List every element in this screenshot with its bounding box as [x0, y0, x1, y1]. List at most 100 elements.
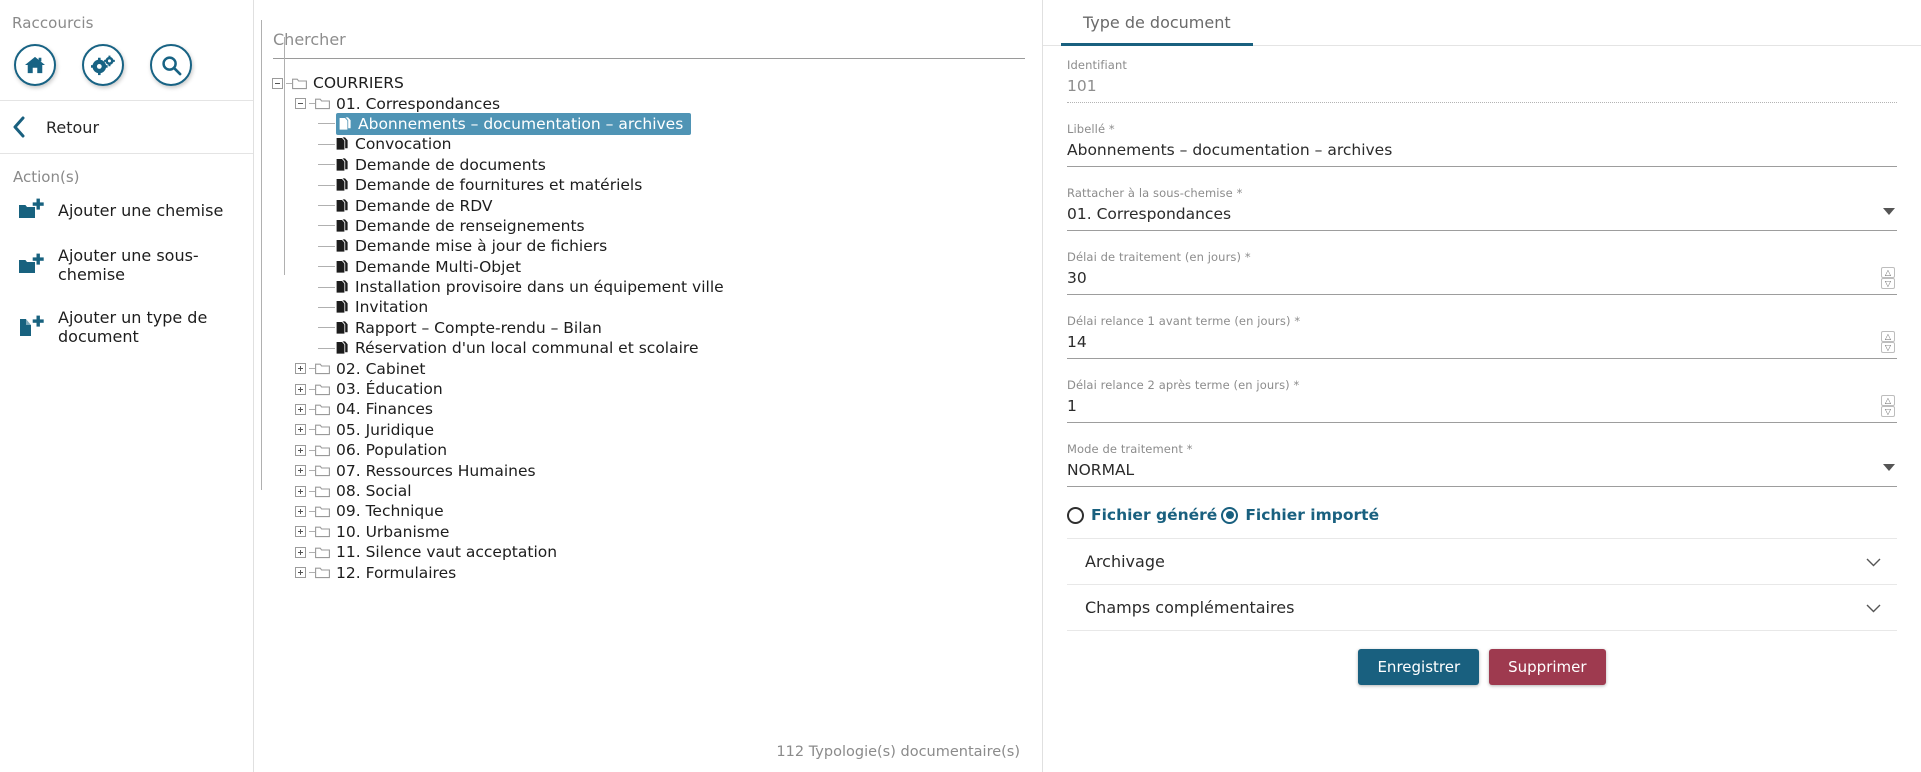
tree-item-label: 12. Formulaires — [336, 563, 457, 582]
chevron-down-icon — [1866, 598, 1881, 617]
tree-item[interactable]: 09. Technique — [270, 501, 1042, 521]
tree-item-label: 11. Silence vaut acceptation — [336, 543, 558, 562]
tab-type-de-document[interactable]: Type de document — [1061, 0, 1253, 46]
accordion-champs-complementaires[interactable]: Champs complémentaires — [1067, 584, 1897, 631]
tree-item[interactable]: Demande de renseignements — [270, 216, 1042, 236]
field-rattacher: Rattacher à la sous-chemise * — [1067, 186, 1897, 231]
tree-toggle-icon[interactable] — [295, 465, 306, 477]
relance1-stepper[interactable]: △ ▽ — [1881, 331, 1895, 353]
settings-button[interactable] — [82, 44, 124, 86]
tree-item[interactable]: 02. Cabinet — [270, 358, 1042, 378]
radio-fichier-genere-label[interactable]: Fichier généré — [1091, 506, 1217, 524]
home-button[interactable] — [14, 44, 56, 86]
accordion-archivage[interactable]: Archivage — [1067, 538, 1897, 584]
relance2-input[interactable] — [1067, 397, 1897, 423]
typology-count: 112 Typologie(s) documentaire(s) — [776, 744, 1020, 760]
add-type-document-label: Ajouter un type de document — [58, 308, 208, 346]
delete-button[interactable]: Supprimer — [1489, 649, 1606, 685]
document-tree[interactable]: COURRIERS 01. Correspondances Abonnements … — [254, 20, 1042, 583]
delai-traitement-stepper[interactable]: △ ▽ — [1881, 267, 1895, 289]
tree-item[interactable]: 11. Silence vaut acceptation — [270, 542, 1042, 562]
add-chemise-action[interactable]: Ajouter une chemise — [0, 186, 253, 234]
document-icon — [336, 137, 349, 151]
relance2-stepper[interactable]: △ ▽ — [1881, 395, 1895, 417]
tree-toggle-icon[interactable] — [295, 546, 306, 558]
tree-toggle-icon[interactable] — [295, 383, 306, 395]
tree-item[interactable]: Demande de RDV — [270, 195, 1042, 215]
tree-connector — [318, 286, 335, 288]
tree-item[interactable]: Invitation — [270, 297, 1042, 317]
folder-icon — [315, 485, 330, 498]
tree-item[interactable]: Convocation — [270, 134, 1042, 154]
tree-item[interactable]: Installation provisoire dans un équipeme… — [270, 277, 1042, 297]
folder-icon — [315, 97, 330, 110]
tree-item[interactable]: Rapport – Compte-rendu – Bilan — [270, 318, 1042, 338]
libelle-input[interactable] — [1067, 141, 1897, 167]
delai-traitement-input[interactable] — [1067, 269, 1897, 295]
tree-item[interactable]: Demande de fournitures et matériels — [270, 175, 1042, 195]
radio-fichier-importe-label[interactable]: Fichier importé — [1245, 506, 1379, 524]
delai-traitement-label: Délai de traitement (en jours) * — [1067, 250, 1251, 264]
tree-item[interactable]: 04. Finances — [270, 399, 1042, 419]
tree-connector — [318, 266, 335, 268]
tree-item-selected[interactable]: Abonnements – documentation – archives — [270, 112, 1042, 135]
tree-connector — [318, 205, 335, 207]
tree-item[interactable]: 06. Population — [270, 440, 1042, 460]
tree-item[interactable]: 12. Formulaires — [270, 562, 1042, 582]
left-sidebar: Raccourcis Retour Action(s) Ajouter une … — [0, 0, 254, 772]
rattacher-select[interactable] — [1067, 205, 1897, 231]
relance1-input[interactable] — [1067, 333, 1897, 359]
add-type-document-action[interactable]: Ajouter un type de document — [0, 296, 253, 358]
tree-item[interactable]: 08. Social — [270, 481, 1042, 501]
stepper-down-icon[interactable]: ▽ — [1881, 342, 1895, 353]
tree-item[interactable]: Réservation d'un local communal et scola… — [270, 338, 1042, 358]
folder-icon — [315, 464, 330, 477]
stepper-up-icon[interactable]: △ — [1881, 395, 1895, 406]
stepper-down-icon[interactable]: ▽ — [1881, 406, 1895, 417]
tree-toggle-icon[interactable] — [295, 363, 306, 375]
add-sous-chemise-action[interactable]: Ajouter une sous-chemise — [0, 234, 253, 296]
search-icon — [161, 55, 182, 76]
stepper-up-icon[interactable]: △ — [1881, 267, 1895, 278]
tree-item[interactable]: 10. Urbanisme — [270, 522, 1042, 542]
chevron-down-icon[interactable] — [1883, 457, 1895, 476]
tree-toggle-icon[interactable] — [295, 567, 306, 579]
back-button[interactable]: Retour — [0, 101, 253, 153]
tree-toggle-icon[interactable] — [272, 77, 283, 89]
tree-toggle-icon[interactable] — [295, 526, 306, 538]
tree-item[interactable]: Demande de documents — [270, 155, 1042, 175]
tree-item[interactable]: 05. Juridique — [270, 420, 1042, 440]
tree-connector — [318, 164, 335, 166]
tree-item[interactable]: COURRIERS — [270, 73, 1042, 93]
tree-item-label: Demande Multi-Objet — [355, 257, 522, 276]
accordion-archivage-label: Archivage — [1085, 552, 1165, 571]
tree-item[interactable]: 01. Correspondances — [270, 93, 1042, 113]
tree-item-label: Convocation — [355, 135, 452, 154]
tree-toggle-icon[interactable] — [295, 444, 306, 456]
tree-item[interactable]: Demande Multi-Objet — [270, 257, 1042, 277]
stepper-down-icon[interactable]: ▽ — [1881, 278, 1895, 289]
tree-item-label: 04. Finances — [336, 400, 433, 419]
search-button[interactable] — [150, 44, 192, 86]
search-input[interactable] — [273, 28, 1025, 59]
tree-toggle-icon[interactable] — [295, 485, 306, 497]
tree-toggle-icon[interactable] — [295, 403, 306, 415]
tree-item[interactable]: Demande mise à jour de fichiers — [270, 236, 1042, 256]
mode-select[interactable] — [1067, 461, 1897, 487]
tree-toggle-icon[interactable] — [295, 98, 306, 110]
document-icon — [336, 321, 349, 335]
radio-fichier-importe[interactable] — [1221, 506, 1239, 524]
document-icon — [336, 341, 349, 355]
actions-title: Action(s) — [13, 168, 80, 186]
radio-fichier-genere[interactable] — [1067, 506, 1084, 524]
save-button[interactable]: Enregistrer — [1358, 649, 1480, 685]
tree-toggle-icon[interactable] — [295, 505, 306, 517]
tree-item[interactable]: 07. Ressources Humaines — [270, 460, 1042, 480]
tree-item[interactable]: 03. Éducation — [270, 379, 1042, 399]
stepper-up-icon[interactable]: △ — [1881, 331, 1895, 342]
tree-toggle-icon[interactable] — [295, 424, 306, 436]
add-chemise-label: Ajouter une chemise — [58, 200, 224, 220]
chevron-down-icon[interactable] — [1883, 201, 1895, 220]
tree-connector — [318, 306, 335, 308]
folder-icon — [315, 383, 330, 396]
